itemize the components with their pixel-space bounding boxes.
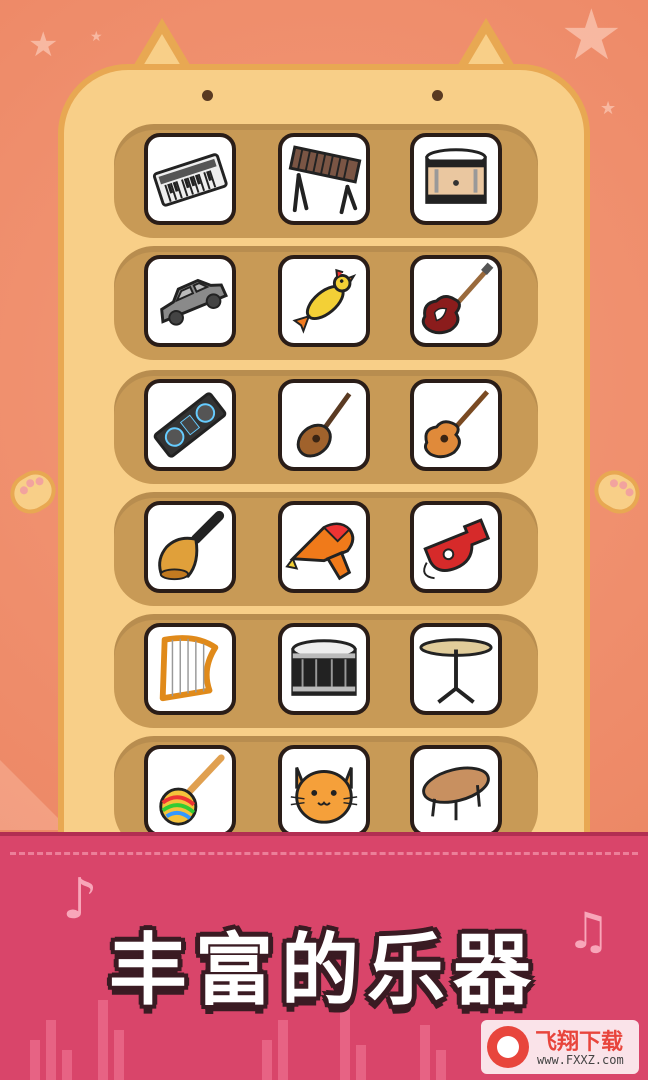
instrument-row: [114, 370, 538, 484]
watermark: 飞翔下载 www.FXXZ.com: [481, 1020, 639, 1074]
harp-icon: [159, 635, 219, 702]
cymbal-icon: [419, 638, 493, 704]
instrument-tile-cymbal[interactable]: [410, 623, 502, 715]
wooden-table-icon: [422, 766, 490, 821]
snare-drum-icon: [291, 639, 357, 696]
instrument-tile-maraca[interactable]: [144, 745, 236, 837]
instrument-tile-keyboard[interactable]: [144, 133, 236, 225]
instrument-row: [114, 492, 538, 606]
cat-right-paw: [587, 463, 647, 521]
watermark-url: www.FXXZ.com: [537, 1053, 624, 1067]
instrument-tile-harp[interactable]: [144, 623, 236, 715]
dj-controller-icon: [153, 392, 227, 458]
instrument-tile-whistle[interactable]: [410, 501, 502, 593]
acoustic-guitar-icon: [424, 390, 490, 459]
hand-bell-icon: [158, 510, 225, 581]
tom-drum-icon: [425, 148, 487, 204]
watermark-logo-icon: [487, 1026, 529, 1068]
instrument-tile-dj-controller[interactable]: [144, 379, 236, 471]
electronic-keyboard-icon: [152, 153, 228, 207]
instrument-tile-ray-gun[interactable]: [278, 501, 370, 593]
whistle-icon: [423, 518, 491, 580]
cat-left-eye: [202, 90, 213, 101]
instrument-tile-rubber-chicken[interactable]: [278, 255, 370, 347]
app-screen: ★ ★ ★ ★ ♪ ♫ 丰富的乐器 飞翔下载 www.FXXZ.com: [0, 0, 648, 1080]
instrument-tile-tom-drum[interactable]: [410, 133, 502, 225]
xylophone-icon: [288, 145, 362, 215]
rubber-chicken-icon: [292, 268, 357, 334]
cat-left-paw: [3, 463, 63, 521]
banner-stitch: [10, 852, 638, 855]
instrument-row: [114, 246, 538, 360]
instrument-tile-acoustic-guitar[interactable]: [410, 379, 502, 471]
instrument-row: [114, 614, 538, 728]
cat-right-eye: [432, 90, 443, 101]
toy-ray-gun-icon: [285, 522, 355, 581]
rainbow-maraca-icon: [159, 754, 225, 826]
instrument-tile-car[interactable]: [144, 255, 236, 347]
instrument-tile-ukulele[interactable]: [278, 379, 370, 471]
promo-title: 丰富的乐器: [108, 926, 539, 1016]
instrument-tile-cat[interactable]: [278, 745, 370, 837]
instrument-tile-xylophone[interactable]: [278, 133, 370, 225]
electric-guitar-icon: [421, 262, 494, 335]
instrument-tile-electric-guitar[interactable]: [410, 255, 502, 347]
watermark-brand: 飞翔下载: [535, 1030, 624, 1055]
toy-car-icon: [160, 278, 228, 326]
ukulele-icon: [296, 392, 352, 458]
cat-face-icon: [290, 767, 358, 824]
instrument-tile-hand-bell[interactable]: [144, 501, 236, 593]
instrument-tile-snare-drum[interactable]: [278, 623, 370, 715]
instrument-row: [114, 124, 538, 238]
instrument-tile-table[interactable]: [410, 745, 502, 837]
